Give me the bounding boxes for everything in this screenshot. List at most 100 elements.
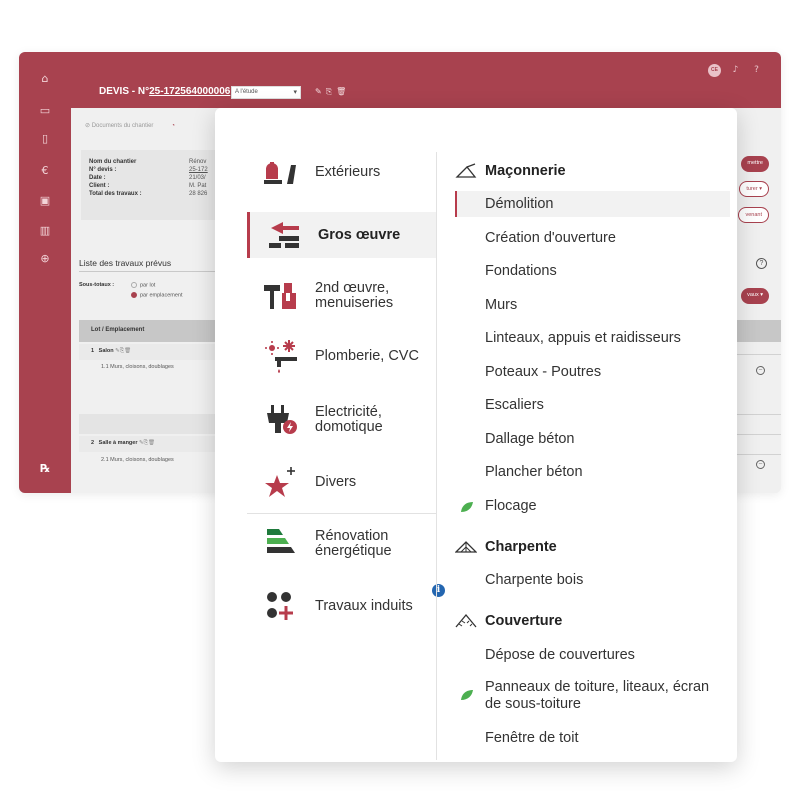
category-label: Electricité, domotique (315, 404, 383, 435)
info-icon[interactable]: i (432, 584, 445, 597)
menu-item-depose-couvertures[interactable]: Dépose de couvertures (455, 647, 730, 664)
menu-item-escaliers[interactable]: Escaliers (455, 397, 730, 414)
category-travaux-induits[interactable]: Travaux induits (247, 586, 437, 626)
document-icon[interactable]: ▯ (19, 132, 71, 145)
star-icon (261, 465, 301, 499)
title-prefix: DEVIS - N° (99, 86, 150, 97)
divider (731, 414, 781, 415)
menu-item-murs[interactable]: Murs (455, 297, 730, 314)
status-value: A l'étude (235, 89, 258, 95)
divider (436, 152, 437, 760)
menu-item-linteaux[interactable]: Linteaux, appuis et raidisseurs (455, 330, 730, 347)
folder-icon[interactable]: ▭ (19, 104, 71, 117)
menu-item-demolition[interactable]: Démolition (455, 191, 730, 217)
table-header-right (731, 320, 781, 342)
pie-chart-icon[interactable]: ◔ (171, 123, 175, 129)
plumbing-icon (261, 339, 301, 373)
add-works-button[interactable]: vaux ▾ (741, 288, 769, 304)
subtotals-label: Sous-totaux : (79, 282, 115, 288)
category-label: Extérieurs (315, 163, 381, 180)
roof-frame-icon (455, 540, 479, 554)
menu-item-creation-ouverture[interactable]: Création d'ouverture (455, 230, 730, 247)
edit-icon[interactable]: ✎ (315, 87, 326, 96)
euro-icon[interactable]: € (19, 164, 71, 177)
trash-icon[interactable]: 🗑 (336, 87, 350, 96)
menu-item-dallage-beton[interactable]: Dallage béton (455, 431, 730, 448)
row-actions-icon[interactable]: ✎⎘🗑 (139, 440, 155, 446)
divider (731, 434, 781, 435)
menu-item-flocage[interactable]: Flocage (455, 498, 730, 515)
expand-icon[interactable]: – (756, 366, 765, 375)
contact-icon[interactable]: ▣ (19, 194, 71, 207)
table-row-lot[interactable]: 1 Salon ✎⎘🗑 (79, 344, 229, 360)
category-label: Rénovation énergétique (315, 528, 392, 559)
expand-icon[interactable]: – (756, 460, 765, 469)
category-divers[interactable]: Divers (247, 462, 437, 502)
divider (79, 271, 229, 272)
category-electricite[interactable]: Electricité, domotique (247, 398, 437, 442)
roof-tiles-icon (455, 613, 479, 629)
section-maconnerie: Maçonnerie (455, 160, 566, 182)
top-bar: DEVIS - N°25-172564000006 A l'étude ▾ ✎⎘… (71, 52, 781, 108)
documents-link-label: Documents du chantier (91, 123, 154, 129)
user-avatar[interactable]: CE (708, 64, 721, 77)
category-label: Divers (315, 473, 357, 490)
works-list-title: Liste des travaux prévus (79, 258, 172, 268)
energy-icon (261, 527, 301, 561)
menu-item-poteaux-poutres[interactable]: Poteaux - Poutres (455, 364, 730, 381)
radio-by-location[interactable]: par emplacement (131, 292, 183, 298)
trowel-icon (455, 163, 479, 179)
menu-item-charpente-bois[interactable]: Charpente bois (455, 572, 730, 589)
amendment-button[interactable]: venant (738, 207, 769, 223)
table-spacer (79, 414, 229, 434)
works-menu: Extérieurs Gros œuvre 2nd œuvre, menuiser… (215, 108, 737, 762)
page-title: DEVIS - N°25-172564000006 (99, 86, 230, 97)
sidebar: ⌂ ▭ ▯ € ▣ ▥ ⊕ ℞ (19, 52, 71, 493)
toolbar-icons: ✎⎘🗑 (315, 87, 350, 97)
chevron-down-icon: ▾ (293, 89, 297, 96)
category-label: Travaux induits (315, 597, 413, 614)
divider (731, 354, 781, 355)
category-plomberie[interactable]: Plomberie, CVC (247, 338, 437, 374)
logo-icon[interactable]: ℞ (19, 462, 71, 475)
help-icon[interactable]: ? (756, 258, 767, 269)
table-row-item[interactable]: 1.1 Murs, cloisons, doublages (79, 364, 229, 370)
globe-icon[interactable]: ⊕ (19, 252, 71, 265)
quote-number[interactable]: 25-172564000006 (149, 86, 230, 97)
category-label: Gros œuvre (318, 226, 401, 243)
status-select[interactable]: A l'étude ▾ (231, 86, 301, 99)
exterior-icon (261, 155, 301, 189)
radio-icon (131, 282, 137, 288)
bell-icon[interactable]: ♪ (729, 64, 742, 77)
table-row-lot[interactable]: 2 Salle à manger ✎⎘🗑 (79, 436, 229, 452)
menu-item-fondations[interactable]: Fondations (455, 263, 730, 280)
row-actions-icon[interactable]: ✎⎘🗑 (115, 348, 131, 354)
section-couverture: Couverture (455, 610, 562, 632)
table-row-item[interactable]: 2.1 Murs, cloisons, doublages (79, 457, 229, 463)
send-button[interactable]: mettre (741, 156, 769, 172)
menu-item-fenetre-de-toit[interactable]: Fenêtre de toit (455, 730, 730, 747)
structural-icon (264, 218, 304, 252)
category-gros-oeuvre[interactable]: Gros œuvre (247, 212, 437, 258)
category-renovation-energetique[interactable]: Rénovation énergétique (247, 524, 437, 564)
category-exterieurs[interactable]: Extérieurs (247, 154, 437, 190)
category-label: Plomberie, CVC (315, 347, 419, 364)
section-charpente: Charpente (455, 536, 557, 558)
table-header: Lot / Emplacement (79, 320, 229, 342)
menu-item-plancher-beton[interactable]: Plancher béton (455, 464, 730, 481)
home-icon[interactable]: ⌂ (19, 72, 71, 85)
tools-icon (261, 279, 301, 313)
category-second-oeuvre[interactable]: 2nd œuvre, menuiseries (247, 272, 437, 320)
library-icon[interactable]: ▥ (19, 224, 71, 237)
help-icon[interactable]: ? (750, 64, 763, 77)
radio-by-lot[interactable]: par lot (131, 282, 155, 288)
divider (247, 513, 437, 514)
category-label: 2nd œuvre, menuiseries (315, 280, 394, 311)
copy-icon[interactable]: ⎘ (326, 87, 336, 96)
menu-item-panneaux-toiture[interactable]: Panneaux de toiture, liteaux, écran de so… (455, 679, 730, 713)
radio-selected-icon (131, 292, 137, 298)
electric-plug-icon (261, 403, 301, 437)
induced-works-icon (261, 589, 301, 623)
invoice-button[interactable]: turer ▾ (739, 181, 769, 197)
documents-link[interactable]: ⊘ Documents du chantier ◔ (85, 122, 175, 129)
